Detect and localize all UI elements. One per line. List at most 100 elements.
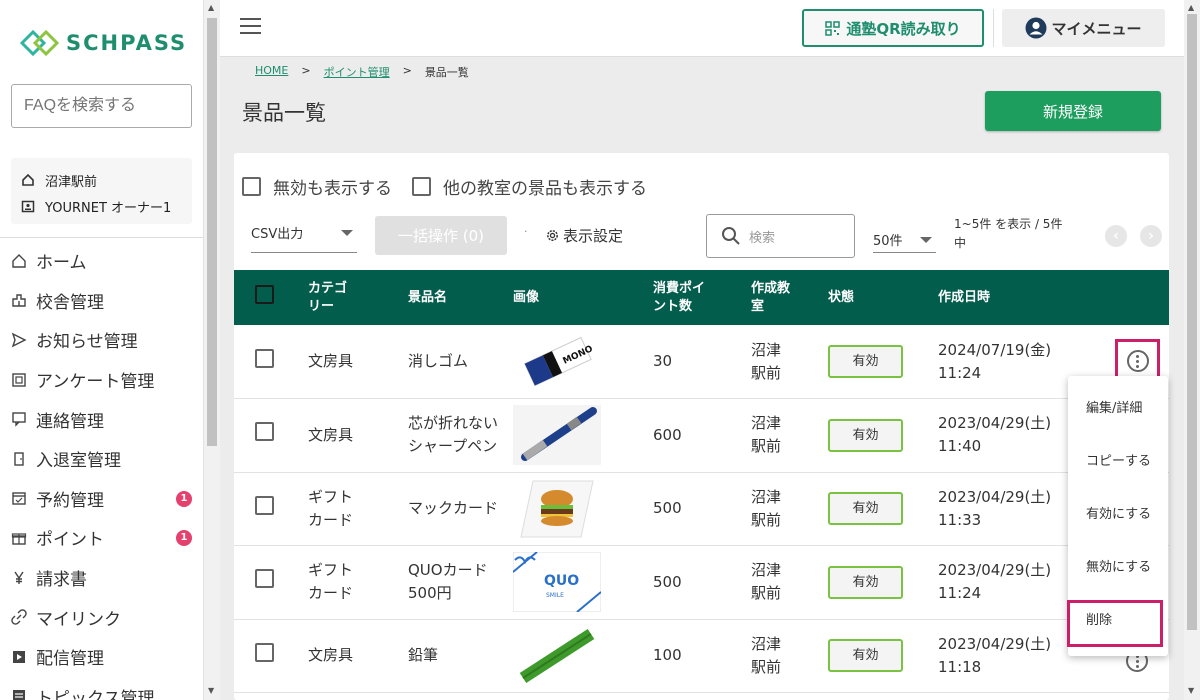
show-invalid-checkbox[interactable]: [242, 177, 261, 196]
faq-search-input[interactable]: [11, 84, 192, 128]
page-scrollbar[interactable]: ▲ ▼: [1184, 0, 1200, 700]
csv-export-label: CSV出力: [251, 227, 304, 242]
cell-name: マックカード: [408, 499, 499, 518]
breadcrumb-home[interactable]: HOME: [255, 64, 288, 80]
cell-category: ギフトカード: [308, 487, 354, 529]
cell-school: 沼津駅前: [751, 414, 782, 456]
menu-item-enable[interactable]: 有効にする: [1068, 488, 1168, 541]
status-badge: 有効: [828, 418, 903, 452]
display-settings-button[interactable]: 表示設定: [545, 225, 623, 246]
sidebar: SCHPASS 沼津駅前 YOURNET オーナー1 ホーム 校舎管理 お知らせ…: [0, 0, 204, 700]
hamburger-menu-icon[interactable]: [240, 18, 261, 38]
nav-my-link[interactable]: マイリンク: [0, 597, 203, 637]
header-created[interactable]: 作成日時: [938, 270, 1093, 325]
brand-name: SCHPASS: [66, 31, 188, 55]
table-row[interactable]: 文房具 鉛筆 100 沼津駅前 有効 2023/04/29(土) 11:18: [234, 619, 1169, 693]
nav-label: 校舎管理: [36, 292, 104, 313]
menu-item-disable[interactable]: 無効にする: [1068, 541, 1168, 594]
qr-code-icon: [825, 20, 841, 36]
menu-item-copy[interactable]: コピーする: [1068, 435, 1168, 488]
my-menu-button[interactable]: マイメニュー: [1002, 9, 1165, 47]
cell-date: 2024/07/19(金): [938, 340, 1052, 359]
nav-entry-exit-management[interactable]: 入退室管理: [0, 439, 203, 479]
table-row[interactable]: ギフトカード QUOカード500円 QUO SMILE 500 沼津駅前 有効 2…: [234, 546, 1169, 619]
breadcrumb-separator: >: [301, 64, 311, 77]
header-category[interactable]: カテゴリー: [308, 280, 356, 316]
page-scroll-thumb[interactable]: [1187, 14, 1197, 630]
scroll-down-arrow-icon[interactable]: ▼: [1188, 686, 1194, 695]
header-school[interactable]: 作成教室: [751, 280, 799, 316]
table-row[interactable]: ギフトカード マックカード 500 沼津駅前 有効 2023/04/29(土) 1…: [234, 472, 1169, 546]
header-status[interactable]: 状態: [828, 270, 938, 325]
nav-invoice[interactable]: 請求書: [0, 558, 203, 598]
link-icon: [11, 609, 27, 625]
breadcrumb: HOME > ポイント管理 > 景品一覧: [255, 64, 469, 80]
breadcrumb-points[interactable]: ポイント管理: [324, 64, 390, 80]
table-header-row: カテゴリー 景品名 画像 消費ポイント数 作成教室 状態 作成日時: [234, 270, 1169, 325]
cell-school: 沼津駅前: [751, 561, 782, 603]
nav-label: 入退室管理: [36, 451, 121, 472]
yen-icon: [14, 571, 24, 584]
nav-label: マイリンク: [36, 609, 121, 630]
nav-school-management[interactable]: 校舎管理: [0, 281, 203, 321]
row-checkbox[interactable]: [255, 348, 274, 368]
scroll-up-arrow-icon[interactable]: ▲: [1188, 3, 1194, 12]
menu-item-edit-details[interactable]: 編集/詳細: [1068, 382, 1168, 435]
header-points[interactable]: 消費ポイント数: [653, 280, 715, 316]
show-invalid-option[interactable]: 無効も表示する: [242, 174, 392, 199]
nav-reservation-management[interactable]: 予約管理 1: [0, 479, 203, 519]
table-row[interactable]: 文房具 消しゴム MONO 30 沼津駅前 有効 2024/07/19(金) 11…: [234, 325, 1169, 399]
prev-page-icon[interactable]: ‹: [1105, 225, 1127, 247]
show-other-school-checkbox[interactable]: [412, 177, 431, 196]
row-checkbox[interactable]: [255, 642, 274, 662]
topics-icon: [13, 690, 25, 700]
scroll-down-arrow-icon[interactable]: ▼: [208, 686, 214, 695]
next-page-icon[interactable]: ›: [1140, 225, 1162, 247]
calendar-icon: [12, 492, 26, 506]
cell-points: 600: [653, 425, 682, 444]
door-icon: [14, 452, 24, 466]
nav-contact-management[interactable]: 連絡管理: [0, 399, 203, 439]
show-invalid-label: 無効も表示する: [273, 179, 392, 199]
row-checkbox[interactable]: [255, 495, 274, 515]
svg-text:SMILE: SMILE: [546, 592, 564, 599]
nav-home[interactable]: ホーム: [0, 241, 203, 281]
row-checkbox[interactable]: [255, 569, 274, 589]
nav-topics-management[interactable]: トピックス管理: [0, 677, 203, 700]
header-name[interactable]: 景品名: [408, 270, 513, 325]
nav-survey-management[interactable]: アンケート管理: [0, 360, 203, 400]
logo[interactable]: SCHPASS: [20, 30, 187, 56]
select-all-checkbox[interactable]: [255, 285, 274, 304]
bulk-action-button[interactable]: 一括操作 (0): [375, 216, 507, 255]
search-input[interactable]: 検索: [706, 214, 855, 258]
status-badge: 有効: [828, 345, 903, 378]
nav-delivery-management[interactable]: 配信管理: [0, 637, 203, 677]
mechanical-pencil-image: [513, 405, 601, 466]
nav-notice-management[interactable]: お知らせ管理: [0, 320, 203, 360]
cell-school: 沼津駅前: [751, 634, 782, 676]
nav-points[interactable]: ポイント 1: [0, 518, 203, 558]
nav-label: 予約管理: [36, 490, 104, 511]
chevron-down-icon: [920, 236, 932, 243]
csv-export-select[interactable]: CSV出力: [251, 213, 357, 253]
chevron-down-icon: [341, 229, 353, 236]
new-registration-button[interactable]: 新規登録: [985, 91, 1161, 131]
sidebar-scroll-thumb[interactable]: [207, 18, 217, 446]
building-icon: [12, 294, 26, 308]
sidebar-divider: [0, 237, 203, 238]
scroll-up-arrow-icon[interactable]: ▲: [208, 3, 214, 12]
header-divider: [993, 9, 994, 47]
survey-icon: [12, 372, 26, 387]
id-card-icon: [21, 200, 35, 213]
row-checkbox[interactable]: [255, 422, 274, 442]
sidebar-scrollbar[interactable]: ▲ ▼: [204, 0, 220, 700]
cell-name: 鉛筆: [408, 646, 439, 665]
table-row[interactable]: 文房具 芯が折れないシャープペン 600 沼津駅前 有効 2023/04/29(…: [234, 399, 1169, 472]
cell-points: 100: [653, 646, 682, 665]
status-badge: 有効: [828, 565, 903, 599]
per-page-select[interactable]: 50件: [873, 227, 936, 253]
pencil-image: [519, 628, 595, 683]
gift-icon: [11, 533, 27, 545]
show-other-school-option[interactable]: 他の教室の景品も表示する: [412, 174, 647, 199]
qr-scan-button[interactable]: 通塾QR読み取り: [802, 9, 984, 47]
